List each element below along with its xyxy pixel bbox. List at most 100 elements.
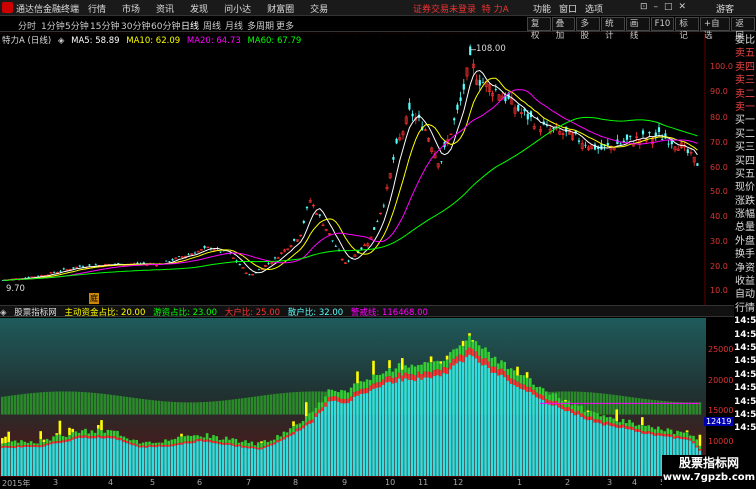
sub-current-value: 12419 [704,417,734,426]
flow-bar-red [567,407,570,412]
app-logo-icon [2,2,13,13]
period-1min[interactable]: 1分钟 [41,19,65,32]
flow-bar-cyan [289,436,292,476]
band-bar [61,391,65,415]
menu-news[interactable]: 资讯 [156,2,174,15]
quote-field-4: 卖二 [735,88,755,100]
flow-bar-green [305,416,308,423]
capital-flow-chart[interactable] [0,318,706,476]
tool-draw-button[interactable]: 画线 [625,17,650,41]
flow-bar-red [234,444,238,447]
flow-bar-green [497,363,500,370]
candle-body [696,163,699,166]
band-bar [212,401,215,415]
tool-watchlist-button[interactable]: +自选 [700,17,731,41]
flow-bar-red [103,436,106,439]
flow-bar-red [260,447,263,450]
tool-back-button[interactable]: 返回 [731,17,756,41]
period-daily[interactable]: 日线 [181,19,199,32]
flow-bar-green [151,443,154,446]
flow-bar-green [196,435,199,440]
bookmark-badge[interactable]: 庭 [89,293,99,304]
band-bar [653,400,657,415]
window-controls[interactable]: ⊡–□✕ [640,2,692,12]
tool-adjust-button[interactable]: 复权 [527,17,551,41]
flow-bar-cyan [151,447,154,476]
flow-bar-cyan [461,362,465,476]
flow-bar-green [263,440,266,447]
tool-stats-button[interactable]: 统计 [601,17,625,41]
candle-body [238,264,241,266]
flow-bar-cyan [65,441,68,476]
tool-multi-button[interactable]: 多股 [576,17,601,41]
flow-bar-cyan [285,437,289,476]
menu-trade[interactable]: 交易 [310,2,328,15]
flow-bar-cyan [577,414,580,476]
period-30min[interactable]: 30分钟 [121,19,150,32]
kline-chart[interactable] [0,33,706,305]
period-weekly[interactable]: 周线 [203,19,221,32]
flow-bar-cyan [388,381,391,476]
flow-bar-cyan [215,443,218,476]
guest-label[interactable]: 游客 [716,2,734,15]
period-5min[interactable]: 5分钟 [65,19,89,32]
flow-bar-red [346,398,350,404]
flow-bar-cyan [20,447,23,476]
period-15min[interactable]: 15分钟 [90,19,119,32]
tool-mark-button[interactable]: 标记 [675,17,700,41]
period-multi[interactable]: 多周期 [247,19,274,32]
flow-bar-red [276,440,279,443]
flow-bar-cyan [74,438,78,476]
flow-bar-cyan [87,438,90,476]
period-more[interactable]: 更多 [276,19,294,32]
tool-f10-button[interactable]: F10 [650,17,675,31]
flow-bar-green [285,432,289,436]
menu-options[interactable]: 选项 [585,2,603,15]
band-bar [215,401,218,415]
flow-bar-red [401,375,404,382]
menu-assistant[interactable]: 问小达 [224,2,251,15]
flow-bar-cyan [292,434,295,476]
tool-overlay-button[interactable]: 叠加 [551,17,576,41]
flow-bar-cyan [497,375,500,476]
flow-bar-red [637,429,641,433]
band-bar [689,402,692,415]
flow-bar-green [276,435,279,441]
flow-bar-green [23,441,26,446]
flow-bar-red [516,381,519,387]
auto-quote-0[interactable]: 自动 [734,288,756,301]
candle-body [619,143,622,145]
flow-bar-red [359,389,362,395]
period-tick[interactable]: 分时 [18,19,36,32]
menu-window[interactable]: 窗口 [559,2,577,15]
flow-bar-green [93,432,97,436]
flow-bar-cyan [273,444,276,476]
flow-bar-green [439,363,442,371]
menu-quotes[interactable]: 行情 [88,2,106,15]
flow-bar-cyan [401,381,404,476]
candle-body [462,83,465,90]
flow-bar-red [285,435,289,438]
band-bar [311,391,314,415]
flow-bar-cyan [471,356,474,476]
app-title: 通达信金融终端 [16,5,80,15]
menu-function[interactable]: 功能 [533,2,551,15]
indicator-name[interactable]: 股票指标网 [14,308,57,318]
price-label: 50.0 [710,187,728,196]
candle-body [440,161,443,163]
flow-bar-cyan [266,446,270,476]
candle-body [219,251,222,253]
auto-quote-1[interactable]: 行情 [734,302,756,315]
tick-time: 14:5 [734,329,756,340]
flow-bar-red [458,354,462,362]
candle-body [168,261,171,263]
login-notice[interactable]: 证券交易未登录 特 力A [413,2,509,15]
period-60min[interactable]: 60分钟 [151,19,180,32]
flow-bar-green [413,366,417,376]
flow-bar-green [417,365,420,372]
menu-market[interactable]: 市场 [122,2,140,15]
menu-wealth[interactable]: 财富圈 [267,2,294,15]
menu-discover[interactable]: 发现 [190,2,208,15]
period-monthly[interactable]: 月线 [225,19,243,32]
flow-bar-cyan [391,383,394,476]
